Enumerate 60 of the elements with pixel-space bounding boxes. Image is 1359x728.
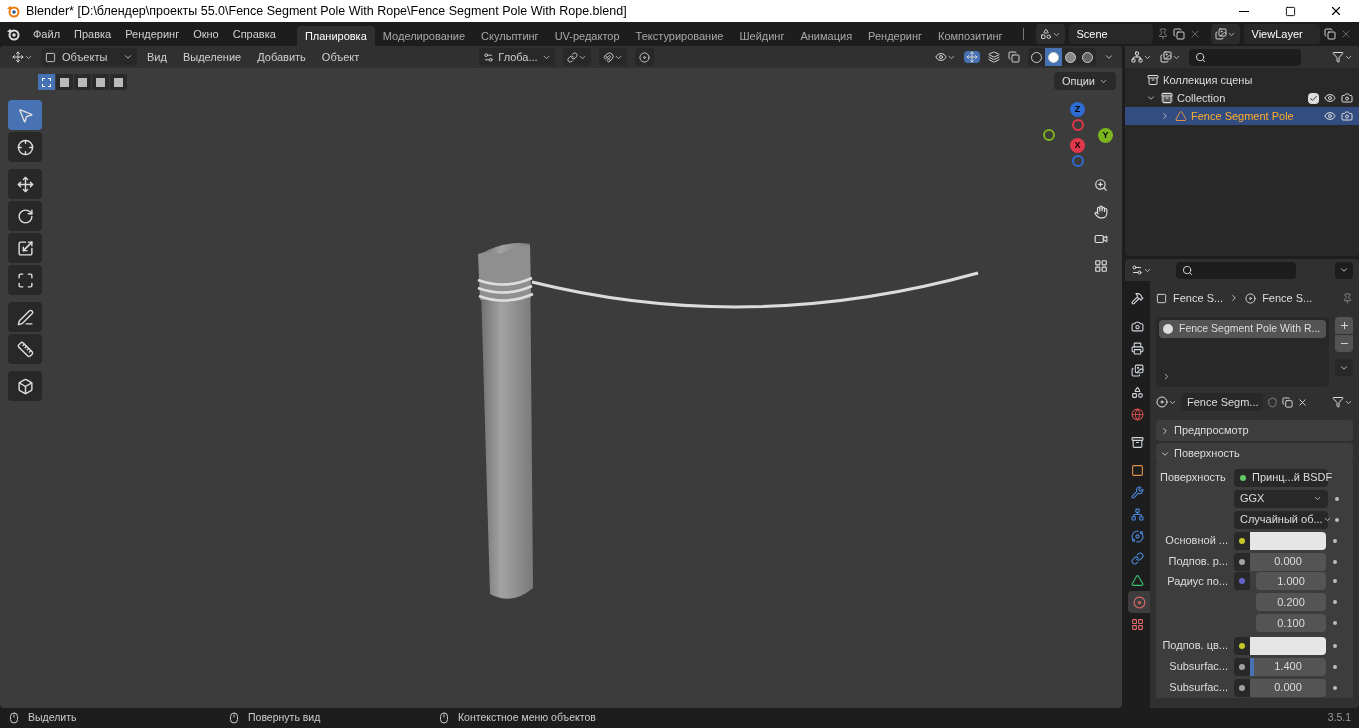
menu-item[interactable]: Рендеринг xyxy=(118,25,187,43)
property-label: Основной ... xyxy=(1164,533,1229,549)
outliner-label: Коллекция сцены xyxy=(1163,72,1253,88)
outliner-row[interactable]: Коллекция сцены xyxy=(1125,71,1359,89)
property-label: Subsurfac... xyxy=(1168,659,1229,675)
axis-button[interactable]: X xyxy=(1070,138,1085,153)
menu-item[interactable]: Правка xyxy=(67,25,119,43)
number-field[interactable]: 0.100 xyxy=(1256,614,1326,632)
outliner-row[interactable]: Fence Segment Pole xyxy=(1125,107,1359,125)
panel-header[interactable]: Поверхность xyxy=(1156,443,1353,464)
panel-header[interactable]: Предпросмотр xyxy=(1156,420,1353,441)
panel-title: Поверхность xyxy=(1174,446,1240,462)
scene-field[interactable]: Scene xyxy=(1068,24,1153,44)
number-field[interactable]: 0.000 xyxy=(1250,678,1326,697)
menu-item[interactable]: Файл xyxy=(26,25,68,43)
property-label: Поверхность xyxy=(1160,470,1227,486)
viewport-menu-item[interactable]: Объект xyxy=(315,48,366,66)
view-layer-field[interactable]: ViewLayer xyxy=(1243,24,1320,44)
workspace-tab[interactable]: Моделирование xyxy=(374,26,474,46)
status-hint: Контекстное меню объектов xyxy=(458,710,596,726)
outliner-label: Collection xyxy=(1177,90,1226,106)
version-label: 3.5.1 xyxy=(1327,710,1351,726)
property-dropdown[interactable]: Случайный об... xyxy=(1234,510,1328,529)
viewport-menu-item[interactable]: Выделение xyxy=(176,48,248,66)
viewport-menu-item[interactable]: Вид xyxy=(141,48,173,66)
property-dropdown[interactable]: GGX xyxy=(1234,489,1328,508)
menu-item[interactable]: Справка xyxy=(225,25,283,43)
outliner-row[interactable]: Collection xyxy=(1125,89,1359,107)
outliner-label: Fence Segment Pole xyxy=(1191,108,1294,124)
workspace-tab[interactable]: UV-редактор xyxy=(546,26,628,46)
workspace-tab[interactable]: Планировка xyxy=(296,26,375,46)
property-label: Подпов. р... xyxy=(1167,554,1229,570)
breadcrumb-item[interactable]: Fence S... xyxy=(1173,289,1224,307)
property-label: Подпов. цв... xyxy=(1161,638,1229,654)
options-dropdown[interactable]: Опции xyxy=(1053,72,1116,90)
viewport-menu-item[interactable]: Добавить xyxy=(251,48,312,66)
material-slot[interactable]: Fence Segment Pole With R... xyxy=(1159,320,1326,338)
mode-dropdown[interactable]: Объекты xyxy=(41,48,137,66)
axis-button[interactable]: Y xyxy=(1098,128,1113,143)
workspace-tab[interactable]: Рендеринг xyxy=(860,26,931,46)
axis-button[interactable]: Z xyxy=(1070,102,1085,117)
workspace-tab[interactable]: Скульптинг xyxy=(473,26,547,46)
status-hint: Повернуть вид xyxy=(248,710,321,726)
number-field[interactable]: 1.400 xyxy=(1250,657,1326,676)
property-label: Subsurfac... xyxy=(1168,680,1229,696)
breadcrumb-item[interactable]: Fence S... xyxy=(1262,289,1313,307)
workspace-tab[interactable]: Композитинг xyxy=(930,26,1011,46)
workspace-tab[interactable]: Шейдинг xyxy=(731,26,793,46)
orientation-dropdown[interactable]: Глоба... xyxy=(479,48,555,66)
material-name-field[interactable]: Fence Segm... xyxy=(1181,393,1263,411)
workspace-tab[interactable]: Анимация xyxy=(792,26,861,46)
workspace-tab[interactable]: Текстурирование xyxy=(627,26,732,46)
number-field[interactable]: 1.000 xyxy=(1256,572,1326,590)
window-title: Blender* [D:\блендер\проекты 55.0\Fence Segment Pole With Rope\Fence Segment Pole With Rope.blend] xyxy=(26,2,627,20)
number-field[interactable]: 0.000 xyxy=(1250,552,1326,571)
status-hint: Выделить xyxy=(28,710,77,726)
number-field[interactable]: 0.200 xyxy=(1256,593,1326,611)
panel-title: Предпросмотр xyxy=(1174,423,1249,439)
menu-item[interactable]: Окно xyxy=(186,25,226,43)
property-label: Радиус по... xyxy=(1166,573,1229,589)
